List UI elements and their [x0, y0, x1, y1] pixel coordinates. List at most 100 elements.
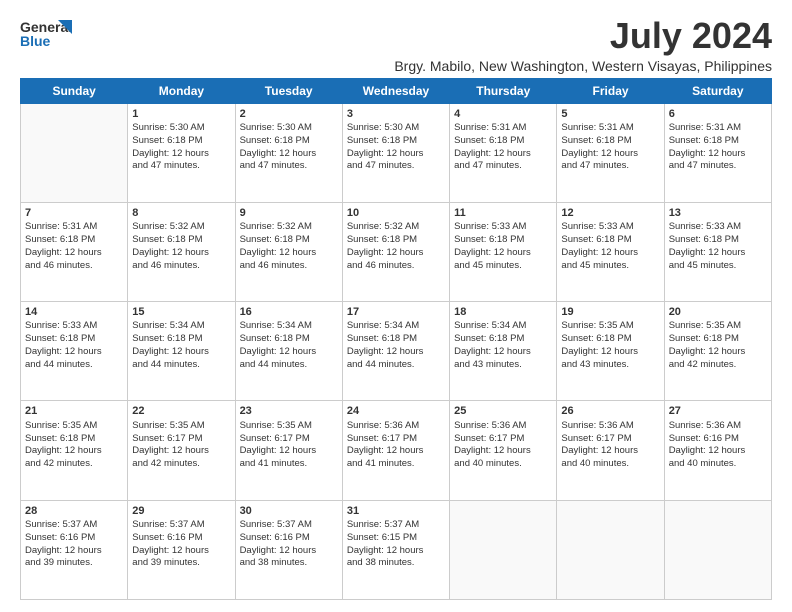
table-row: 15Sunrise: 5:34 AMSunset: 6:18 PMDayligh… [128, 302, 235, 401]
table-row: 10Sunrise: 5:32 AMSunset: 6:18 PMDayligh… [342, 202, 449, 301]
table-row: 17Sunrise: 5:34 AMSunset: 6:18 PMDayligh… [342, 302, 449, 401]
title-section: July 2024 Brgy. Mabilo, New Washington, … [394, 16, 772, 74]
day-number: 17 [347, 305, 445, 319]
day-number: 26 [561, 404, 659, 418]
calendar-header-row: Sunday Monday Tuesday Wednesday Thursday… [21, 78, 772, 103]
table-row: 24 Sunrise: 5:36 AMSunset: 6:17 PMDayligh… [342, 401, 449, 500]
table-row: 29Sunrise: 5:37 AMSunset: 6:16 PMDayligh… [128, 500, 235, 599]
calendar-week-row: 21 Sunrise: 5:35 AMSunset: 6:18 PMDayligh… [21, 401, 772, 500]
calendar-week-row: 7Sunrise: 5:31 AMSunset: 6:18 PMDaylight… [21, 202, 772, 301]
table-row: 7Sunrise: 5:31 AMSunset: 6:18 PMDaylight… [21, 202, 128, 301]
calendar-table: Sunday Monday Tuesday Wednesday Thursday… [20, 78, 772, 600]
day-info: Sunrise: 5:36 AMSunset: 6:17 PMDaylight:… [561, 420, 659, 471]
table-row: 1Sunrise: 5:30 AMSunset: 6:18 PMDaylight… [128, 103, 235, 202]
day-info: Sunrise: 5:34 AMSunset: 6:18 PMDaylight:… [347, 320, 445, 371]
table-row: 11Sunrise: 5:33 AMSunset: 6:18 PMDayligh… [450, 202, 557, 301]
col-thursday: Thursday [450, 78, 557, 103]
table-row: 27 Sunrise: 5:36 AMSunset: 6:16 PMDayligh… [664, 401, 771, 500]
day-number: 28 [25, 504, 123, 518]
table-row: 23Sunrise: 5:35 AMSunset: 6:17 PMDayligh… [235, 401, 342, 500]
col-sunday: Sunday [21, 78, 128, 103]
day-number: 9 [240, 206, 338, 220]
calendar-week-row: 28 Sunrise: 5:37 AMSunset: 6:16 PMDayligh… [21, 500, 772, 599]
logo-icon: General Blue [20, 16, 72, 54]
main-title: July 2024 [394, 16, 772, 56]
day-info: Sunrise: 5:36 AMSunset: 6:16 PMDaylight:… [669, 420, 767, 471]
table-row: 20Sunrise: 5:35 AMSunset: 6:18 PMDayligh… [664, 302, 771, 401]
table-row: 4Sunrise: 5:31 AMSunset: 6:18 PMDaylight… [450, 103, 557, 202]
day-info: Sunrise: 5:37 AMSunset: 6:16 PMDaylight:… [132, 519, 230, 570]
table-row [557, 500, 664, 599]
svg-text:Blue: Blue [20, 33, 51, 49]
table-row: 6Sunrise: 5:31 AMSunset: 6:18 PMDaylight… [664, 103, 771, 202]
table-row: 22Sunrise: 5:35 AMSunset: 6:17 PMDayligh… [128, 401, 235, 500]
table-row: 9Sunrise: 5:32 AMSunset: 6:18 PMDaylight… [235, 202, 342, 301]
day-info: Sunrise: 5:31 AMSunset: 6:18 PMDaylight:… [454, 122, 552, 173]
day-info: Sunrise: 5:33 AMSunset: 6:18 PMDaylight:… [25, 320, 123, 371]
table-row: 30Sunrise: 5:37 AMSunset: 6:16 PMDayligh… [235, 500, 342, 599]
day-number: 11 [454, 206, 552, 220]
table-row: 3Sunrise: 5:30 AMSunset: 6:18 PMDaylight… [342, 103, 449, 202]
col-wednesday: Wednesday [342, 78, 449, 103]
table-row: 14Sunrise: 5:33 AMSunset: 6:18 PMDayligh… [21, 302, 128, 401]
day-info: Sunrise: 5:33 AMSunset: 6:18 PMDaylight:… [669, 221, 767, 272]
day-info: Sunrise: 5:31 AMSunset: 6:18 PMDaylight:… [561, 122, 659, 173]
day-info: Sunrise: 5:34 AMSunset: 6:18 PMDaylight:… [240, 320, 338, 371]
day-info: Sunrise: 5:36 AMSunset: 6:17 PMDaylight:… [454, 420, 552, 471]
day-info: Sunrise: 5:35 AMSunset: 6:17 PMDaylight:… [240, 420, 338, 471]
day-number: 29 [132, 504, 230, 518]
day-number: 19 [561, 305, 659, 319]
day-number: 7 [25, 206, 123, 220]
day-number: 30 [240, 504, 338, 518]
table-row: 5Sunrise: 5:31 AMSunset: 6:18 PMDaylight… [557, 103, 664, 202]
calendar-week-row: 1Sunrise: 5:30 AMSunset: 6:18 PMDaylight… [21, 103, 772, 202]
col-friday: Friday [557, 78, 664, 103]
day-number: 6 [669, 107, 767, 121]
day-info: Sunrise: 5:35 AMSunset: 6:18 PMDaylight:… [669, 320, 767, 371]
table-row [664, 500, 771, 599]
day-number: 27 [669, 404, 767, 418]
day-info: Sunrise: 5:35 AMSunset: 6:18 PMDaylight:… [25, 420, 123, 471]
day-number: 14 [25, 305, 123, 319]
day-number: 4 [454, 107, 552, 121]
table-row [450, 500, 557, 599]
day-number: 3 [347, 107, 445, 121]
day-number: 8 [132, 206, 230, 220]
table-row: 13Sunrise: 5:33 AMSunset: 6:18 PMDayligh… [664, 202, 771, 301]
table-row: 28Sunrise: 5:37 AMSunset: 6:16 PMDayligh… [21, 500, 128, 599]
day-number: 22 [132, 404, 230, 418]
day-number: 5 [561, 107, 659, 121]
day-info: Sunrise: 5:36 AMSunset: 6:17 PMDaylight:… [347, 420, 445, 471]
day-number: 18 [454, 305, 552, 319]
day-info: Sunrise: 5:32 AMSunset: 6:18 PMDaylight:… [132, 221, 230, 272]
day-info: Sunrise: 5:35 AMSunset: 6:18 PMDaylight:… [561, 320, 659, 371]
day-number: 24 [347, 404, 445, 418]
day-info: Sunrise: 5:33 AMSunset: 6:18 PMDaylight:… [454, 221, 552, 272]
day-number: 12 [561, 206, 659, 220]
table-row: 21 Sunrise: 5:35 AMSunset: 6:18 PMDayligh… [21, 401, 128, 500]
header: General Blue July 2024 Brgy. Mabilo, New… [20, 16, 772, 74]
calendar-week-row: 14Sunrise: 5:33 AMSunset: 6:18 PMDayligh… [21, 302, 772, 401]
col-monday: Monday [128, 78, 235, 103]
table-row: 8Sunrise: 5:32 AMSunset: 6:18 PMDaylight… [128, 202, 235, 301]
table-row: 2Sunrise: 5:30 AMSunset: 6:18 PMDaylight… [235, 103, 342, 202]
logo: General Blue [20, 16, 72, 54]
table-row [21, 103, 128, 202]
day-number: 16 [240, 305, 338, 319]
subtitle: Brgy. Mabilo, New Washington, Western Vi… [394, 58, 772, 74]
table-row: 26 Sunrise: 5:36 AMSunset: 6:17 PMDayligh… [557, 401, 664, 500]
table-row: 25 Sunrise: 5:36 AMSunset: 6:17 PMDayligh… [450, 401, 557, 500]
day-info: Sunrise: 5:37 AMSunset: 6:16 PMDaylight:… [240, 519, 338, 570]
day-info: Sunrise: 5:32 AMSunset: 6:18 PMDaylight:… [347, 221, 445, 272]
col-saturday: Saturday [664, 78, 771, 103]
day-number: 13 [669, 206, 767, 220]
day-number: 15 [132, 305, 230, 319]
day-number: 2 [240, 107, 338, 121]
day-info: Sunrise: 5:34 AMSunset: 6:18 PMDaylight:… [132, 320, 230, 371]
day-info: Sunrise: 5:31 AMSunset: 6:18 PMDaylight:… [25, 221, 123, 272]
day-info: Sunrise: 5:32 AMSunset: 6:18 PMDaylight:… [240, 221, 338, 272]
day-number: 25 [454, 404, 552, 418]
day-info: Sunrise: 5:30 AMSunset: 6:18 PMDaylight:… [240, 122, 338, 173]
day-number: 21 [25, 404, 123, 418]
day-info: Sunrise: 5:30 AMSunset: 6:18 PMDaylight:… [132, 122, 230, 173]
